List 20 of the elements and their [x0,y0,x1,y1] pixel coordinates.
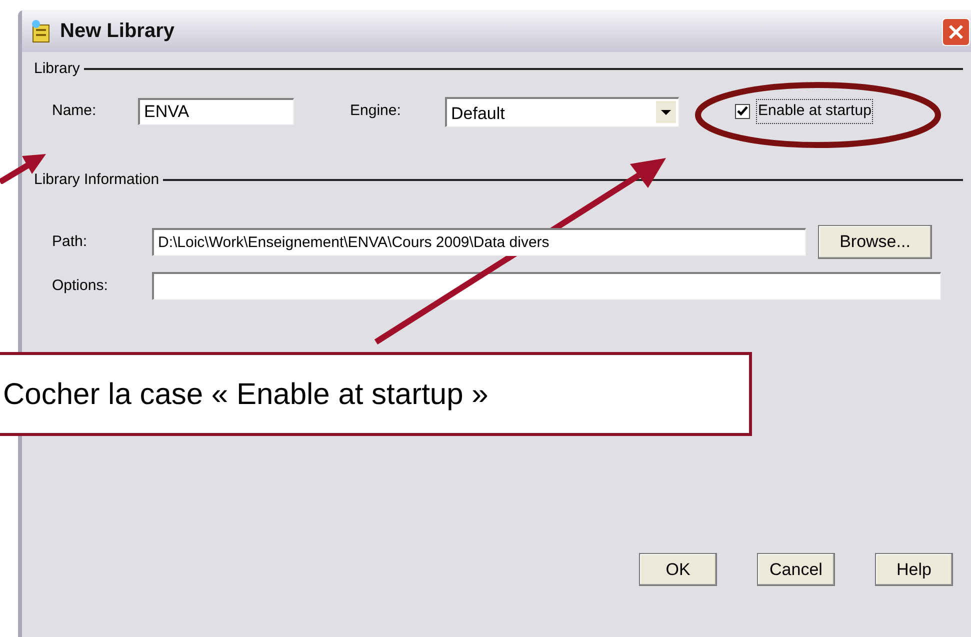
engine-dropdown[interactable]: Default [445,96,679,126]
name-field[interactable]: ENVA [138,98,294,125]
path-field[interactable]: D:\Loic\Work\Enseignement\ENVA\Cours 2009\Data divers [152,228,806,256]
callout-text: Cocher la case « Enable at startup » [3,376,488,412]
library-icon [30,19,52,43]
dialog-button[interactable]: Cancel [757,553,835,586]
group-legend: Library [34,58,80,80]
field-label: Options: [52,276,109,296]
close-icon [947,23,965,41]
close-button[interactable] [942,18,970,46]
checkbox[interactable] [735,104,750,119]
field-label: Engine: [350,101,402,122]
field-label: Path: [52,232,88,252]
options-field[interactable] [152,272,941,300]
field-label: Name: [52,101,98,122]
dialog-button[interactable]: OK [639,553,717,586]
group-legend: Library Information [34,168,160,191]
dialog-button[interactable]: Help [875,553,953,586]
window-title: New Library [60,19,174,44]
browse-button[interactable]: Browse... [818,225,932,259]
